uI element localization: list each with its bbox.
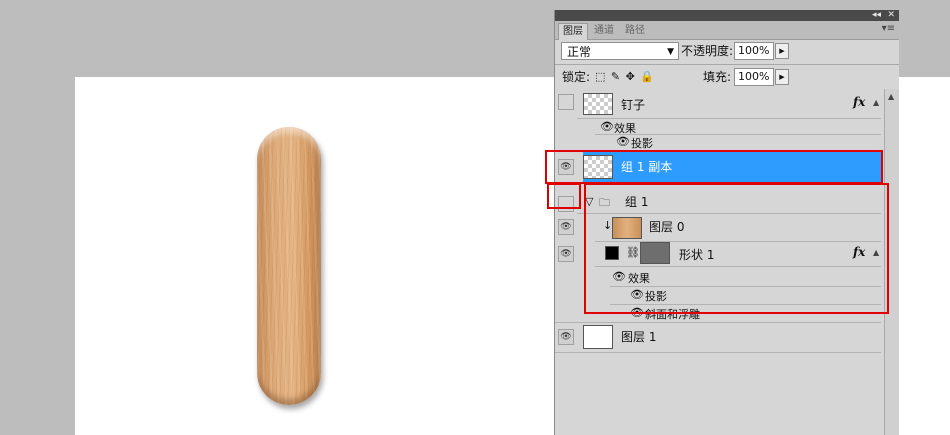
lock-icons[interactable]: ⬚ ✎ ✥ 🔒 (595, 68, 655, 86)
document-canvas-edge (895, 77, 950, 435)
tab-channels[interactable]: 通道 (590, 23, 618, 39)
panel-titlebar: ◂◂ ✕ (555, 10, 899, 21)
blend-mode-select[interactable]: 正常 ▼ (561, 42, 679, 60)
highlight-box-visibility (547, 183, 581, 209)
layer-thumbnail-layer1 (583, 325, 613, 349)
panel-menu-icon[interactable]: ▾≡ (882, 23, 895, 34)
lock-row: 锁定: ⬚ ✎ ✥ 🔒 填充: 100% ▶ (559, 68, 895, 88)
opacity-input[interactable]: 100% (734, 42, 774, 60)
collapse-icon[interactable]: ◂◂ (872, 10, 881, 21)
eye-icon[interactable]: 👁 (558, 246, 574, 262)
fill-slider-arrow-icon[interactable]: ▶ (775, 69, 789, 85)
lock-label: 锁定: (562, 70, 591, 84)
opacity-label: 不透明度: (681, 44, 734, 58)
expand-effects-icon[interactable]: ▲ (873, 98, 879, 107)
blend-row: 正常 ▼ 不透明度: 100% ▶ (559, 42, 895, 62)
divider (555, 64, 899, 65)
fill-label: 填充: (703, 70, 732, 84)
visibility-toggle-nail[interactable] (558, 94, 574, 110)
chevron-down-icon: ▼ (667, 47, 674, 57)
scroll-up-icon[interactable]: ▲ (888, 92, 894, 101)
row-divider (577, 118, 881, 119)
effect-drop-shadow-nail: 投影 (631, 137, 653, 150)
panel-tabs: 图层 通道 路径 ▾≡ (555, 21, 899, 40)
tab-layers[interactable]: 图层 (558, 23, 588, 40)
close-icon[interactable]: ✕ (887, 10, 895, 21)
wood-stick-artwork (257, 127, 321, 405)
fill-input[interactable]: 100% (734, 68, 774, 86)
tab-paths[interactable]: 路径 (621, 23, 649, 39)
highlight-box-group-copy (545, 150, 883, 184)
eye-icon[interactable]: 👁 (558, 329, 574, 345)
layer-name-nail[interactable]: 钉子 (621, 97, 645, 113)
blend-mode-value: 正常 (567, 45, 592, 59)
eye-icon[interactable]: 👁 (600, 120, 614, 133)
row-divider (555, 352, 881, 353)
eye-icon[interactable]: 👁 (616, 135, 630, 148)
layer-thumbnail-nail (583, 93, 613, 115)
eye-icon[interactable]: 👁 (558, 219, 574, 235)
highlight-box-group1 (584, 183, 889, 314)
layer-name-layer1[interactable]: 图层 1 (621, 329, 656, 345)
opacity-slider-arrow-icon[interactable]: ▶ (775, 43, 789, 59)
row-divider (555, 322, 881, 323)
fx-icon: fx (853, 95, 866, 109)
